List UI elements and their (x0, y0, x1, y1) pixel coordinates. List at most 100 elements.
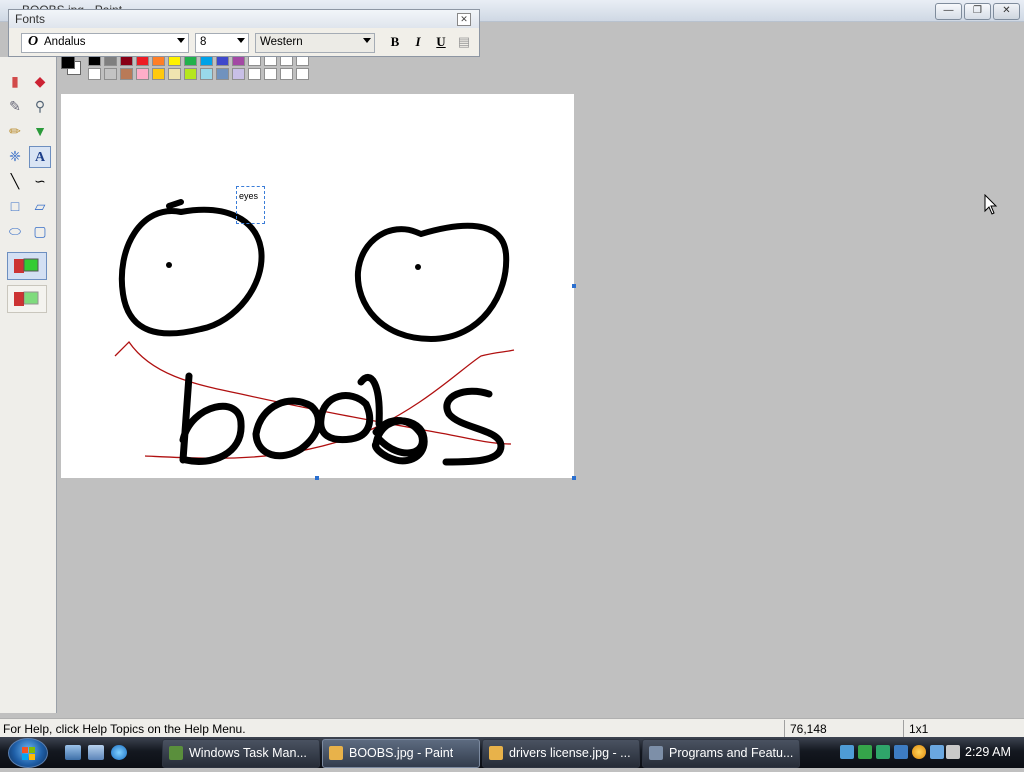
brush-tool-icon[interactable]: ▼ (29, 120, 51, 142)
system-tray: 2:29 AM (834, 738, 1024, 768)
paint-icon (329, 746, 343, 760)
drawing (114, 199, 515, 466)
palette-color-swatch[interactable] (152, 68, 165, 80)
text-box-content: eyes (239, 191, 259, 201)
close-icon: ✕ (460, 14, 468, 24)
transparent-background-option[interactable] (7, 285, 47, 313)
left-pupil (166, 262, 172, 268)
taskbar-button-label: drivers license.jpg - ... (509, 746, 631, 760)
monitor-icon[interactable] (876, 745, 890, 759)
taskbar-button-drivers-license-paint[interactable]: drivers license.jpg - ... (482, 739, 640, 768)
letter-o1 (252, 397, 322, 460)
windows-logo-icon (22, 747, 35, 760)
palette-color-swatch[interactable] (168, 68, 181, 80)
bold-button[interactable]: B (386, 34, 404, 50)
pencil-tool-icon[interactable]: ✏ (4, 120, 26, 142)
palette-color-swatch[interactable] (296, 68, 309, 80)
resize-handle-bottom[interactable] (315, 476, 319, 480)
internet-explorer-icon[interactable] (111, 745, 127, 760)
palette-color-swatch[interactable] (184, 68, 197, 80)
status-help-text: For Help, click Help Topics on the Help … (3, 722, 246, 736)
status-separator (784, 720, 785, 737)
resize-handle-corner[interactable] (572, 476, 576, 480)
font-name-dropdown[interactable]: O Andalus (21, 33, 189, 53)
taskbar-button-label: Programs and Featu... (669, 746, 794, 760)
taskbar-button-label: BOOBS.jpg - Paint (349, 746, 454, 760)
taskbar-button-task-manager[interactable]: Windows Task Man... (162, 739, 320, 768)
font-size-dropdown[interactable]: 8 (195, 33, 249, 53)
restore-icon: ❐ (973, 5, 982, 16)
letter-s (442, 387, 505, 466)
airbrush-tool-icon[interactable]: ❈ (4, 145, 26, 167)
eraser-tool-icon[interactable]: ▮ (4, 70, 26, 92)
line-tool-icon[interactable]: ╲ (4, 170, 26, 192)
letter-o2 (317, 392, 374, 444)
status-selection-size: 1x1 (909, 722, 929, 736)
magnifier-tool-icon[interactable]: ⚲ (29, 95, 51, 117)
taskbar-button-programs-features[interactable]: Programs and Featu... (642, 739, 800, 768)
ellipse-tool-icon[interactable]: ⬭ (4, 220, 26, 242)
mouse-cursor-icon (984, 193, 998, 216)
charset-value: Western (260, 36, 303, 48)
right-eye-stroke (354, 222, 510, 343)
minimize-button[interactable]: — (935, 3, 962, 20)
volume-muted-icon[interactable] (946, 745, 960, 759)
show-desktop-icon[interactable] (65, 745, 81, 760)
minimize-icon: — (943, 5, 954, 16)
palette-color-swatch[interactable] (280, 68, 293, 80)
vertical-text-button[interactable]: ▤ (455, 34, 473, 50)
palette-color-swatch[interactable] (136, 68, 149, 80)
network-icon[interactable] (894, 745, 908, 759)
right-pupil (415, 264, 421, 270)
network-connection-icon[interactable] (930, 745, 944, 759)
palette-color-swatch[interactable] (200, 68, 213, 80)
rectangle-tool-icon[interactable]: □ (4, 195, 26, 217)
palette-color-swatch[interactable] (216, 68, 229, 80)
taskbar-button-boobs-paint[interactable]: BOOBS.jpg - Paint (322, 739, 480, 768)
text-input-box[interactable]: eyes (236, 186, 265, 224)
rounded-rectangle-tool-icon[interactable]: ▢ (29, 220, 51, 242)
opentype-font-icon: O (28, 34, 39, 49)
task-manager-icon (169, 746, 183, 760)
opaque-background-option[interactable] (7, 252, 47, 280)
status-bar: For Help, click Help Topics on the Help … (0, 718, 1024, 737)
close-button[interactable]: ✕ (993, 3, 1020, 20)
start-button[interactable] (8, 738, 48, 768)
search-icon[interactable] (912, 745, 926, 759)
foreground-color-swatch[interactable] (61, 55, 75, 69)
clock[interactable]: 2:29 AM (965, 745, 1011, 759)
resize-handle-right[interactable] (572, 284, 576, 288)
fonts-toolbar-close-button[interactable]: ✕ (457, 13, 471, 26)
vertical-text-icon: ▤ (457, 34, 471, 49)
chevron-down-icon (177, 38, 185, 43)
palette-color-swatch[interactable] (104, 68, 117, 80)
palette-color-swatch[interactable] (248, 68, 261, 80)
text-tool-icon[interactable]: A (29, 146, 51, 168)
palette-color-swatch[interactable] (232, 68, 245, 80)
palette-color-swatch[interactable] (264, 68, 277, 80)
curve-tool-icon[interactable]: ∽ (29, 170, 51, 192)
task-manager-tray-icon[interactable] (858, 745, 872, 759)
italic-button[interactable]: I (409, 34, 427, 50)
close-icon: ✕ (1002, 5, 1011, 16)
polygon-tool-icon[interactable]: ▱ (29, 195, 51, 217)
maximize-button[interactable]: ❐ (964, 3, 991, 20)
network-share-icon[interactable] (840, 745, 854, 759)
palette-color-swatch[interactable] (88, 68, 101, 80)
taskbar: Windows Task Man... BOOBS.jpg - Paint dr… (0, 737, 1024, 768)
chevron-down-icon (237, 38, 245, 43)
fonts-toolbar: Fonts ✕ O Andalus 8 Western B I U ▤ (8, 9, 480, 57)
switch-windows-icon[interactable] (88, 745, 104, 760)
taskbar-button-label: Windows Task Man... (189, 746, 307, 760)
font-name-value: Andalus (44, 36, 86, 48)
fill-tool-icon[interactable]: ◆ (29, 70, 51, 92)
charset-dropdown[interactable]: Western (255, 33, 375, 53)
palette-color-swatch[interactable] (120, 68, 133, 80)
color-picker-tool-icon[interactable]: ✎ (4, 95, 26, 117)
fonts-toolbar-caption[interactable]: Fonts ✕ (9, 10, 479, 28)
toolbox: ▮ ◆ ✎ ⚲ ✏ ▼ ❈ A ╲ ∽ □ ▱ ⬭ ▢ (0, 57, 57, 713)
font-size-value: 8 (200, 36, 207, 48)
control-panel-icon (649, 746, 663, 760)
drawing-canvas[interactable]: eyes (61, 94, 576, 480)
underline-button[interactable]: U (432, 34, 450, 50)
